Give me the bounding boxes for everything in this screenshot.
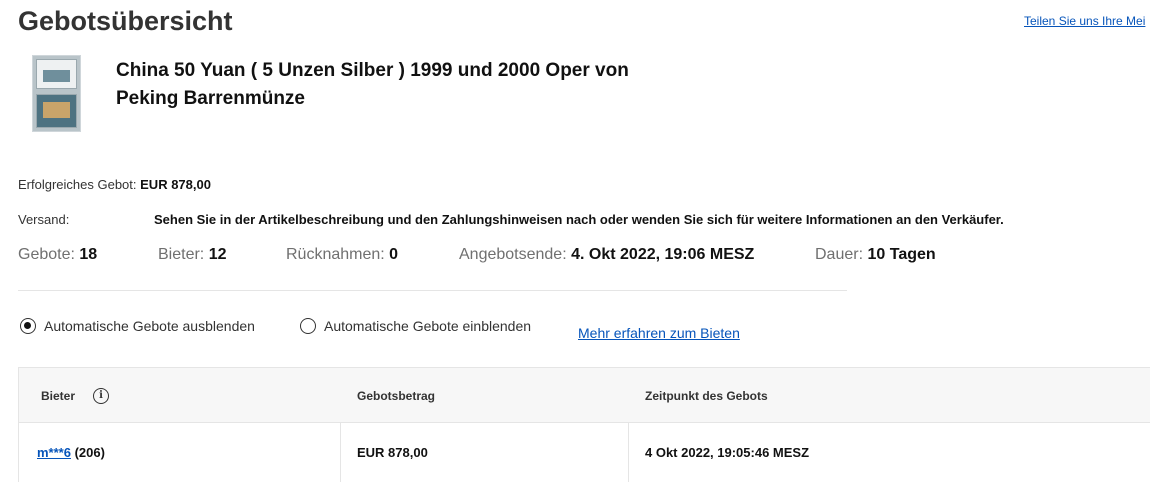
thumbnail-card-bottom bbox=[36, 94, 77, 128]
table-row: m***6 (206) EUR 878,00 4 Okt 2022, 19:05… bbox=[19, 423, 1150, 482]
column-header-amount: Gebotsbetrag bbox=[357, 389, 436, 403]
bidder-feedback-score: (206) bbox=[74, 445, 105, 460]
bid-history-table: Bieter i Gebotsbetrag Zeitpunkt des Gebo… bbox=[18, 367, 1150, 482]
stat-bids: Gebote: 18 bbox=[18, 246, 97, 264]
stat-retractions-value: 0 bbox=[389, 246, 399, 263]
radio-hide-auto-bids-label: Automatische Gebote ausblenden bbox=[44, 318, 255, 334]
learn-more-link[interactable]: Mehr erfahren zum Bieten bbox=[578, 325, 740, 341]
stat-end-value: 4. Okt 2022, 19:06 MESZ bbox=[571, 246, 755, 263]
thumbnail-card-bottom-image bbox=[43, 102, 70, 118]
bidder-cell: m***6 (206) bbox=[37, 423, 105, 482]
stat-bids-value: 18 bbox=[79, 246, 98, 263]
stat-duration: Dauer: 10 Tagen bbox=[815, 246, 936, 264]
shipping-value: Sehen Sie in der Artikelbeschreibung und… bbox=[154, 212, 1004, 227]
info-icon[interactable]: i bbox=[93, 388, 109, 404]
item-title: China 50 Yuan ( 5 Unzen Silber ) 1999 un… bbox=[116, 60, 629, 109]
winning-bid-value: EUR 878,00 bbox=[140, 177, 211, 192]
column-header-bidder: Bieter bbox=[41, 389, 76, 403]
shipping-label: Versand: bbox=[18, 212, 70, 227]
bid-time-cell: 4 Okt 2022, 19:05:46 MESZ bbox=[645, 445, 810, 460]
feedback-link[interactable]: Teilen Sie uns Ihre Mei bbox=[1024, 14, 1145, 28]
radio-unchecked-icon[interactable] bbox=[300, 318, 316, 334]
radio-show-auto-bids[interactable]: Automatische Gebote einblenden bbox=[300, 318, 531, 334]
bidder-link[interactable]: m***6 bbox=[37, 445, 71, 460]
stat-bidders-value: 12 bbox=[208, 246, 227, 263]
thumbnail-card-top bbox=[36, 59, 77, 89]
stat-bids-label: Gebote: bbox=[18, 246, 75, 263]
stat-bidders: Bieter: 12 bbox=[158, 246, 227, 264]
stat-end: Angebotsende: 4. Okt 2022, 19:06 MESZ bbox=[459, 246, 754, 264]
stat-duration-label: Dauer: bbox=[815, 246, 864, 263]
winning-bid-row: Erfolgreiches Gebot: EUR 878,00 bbox=[18, 177, 211, 192]
page-title: Gebotsübersicht bbox=[18, 6, 233, 36]
stat-bidders-label: Bieter: bbox=[158, 246, 205, 263]
stat-duration-value: 10 Tagen bbox=[867, 246, 936, 263]
stat-retractions-label: Rücknahmen: bbox=[286, 246, 385, 263]
radio-show-auto-bids-label: Automatische Gebote einblenden bbox=[324, 318, 532, 334]
stat-end-label: Angebotsende: bbox=[459, 246, 567, 263]
winning-bid-label: Erfolgreiches Gebot: bbox=[18, 177, 137, 192]
column-header-time: Zeitpunkt des Gebots bbox=[645, 389, 768, 403]
bid-amount-cell: EUR 878,00 bbox=[357, 445, 428, 460]
thumbnail-card-top-image bbox=[43, 70, 70, 82]
divider bbox=[18, 290, 847, 291]
table-header: Bieter i Gebotsbetrag Zeitpunkt des Gebo… bbox=[19, 367, 1150, 423]
radio-checked-icon[interactable] bbox=[20, 318, 36, 334]
item-thumbnail[interactable] bbox=[32, 55, 81, 132]
radio-hide-auto-bids[interactable]: Automatische Gebote ausblenden bbox=[20, 318, 255, 334]
stat-retractions: Rücknahmen: 0 bbox=[286, 246, 398, 264]
